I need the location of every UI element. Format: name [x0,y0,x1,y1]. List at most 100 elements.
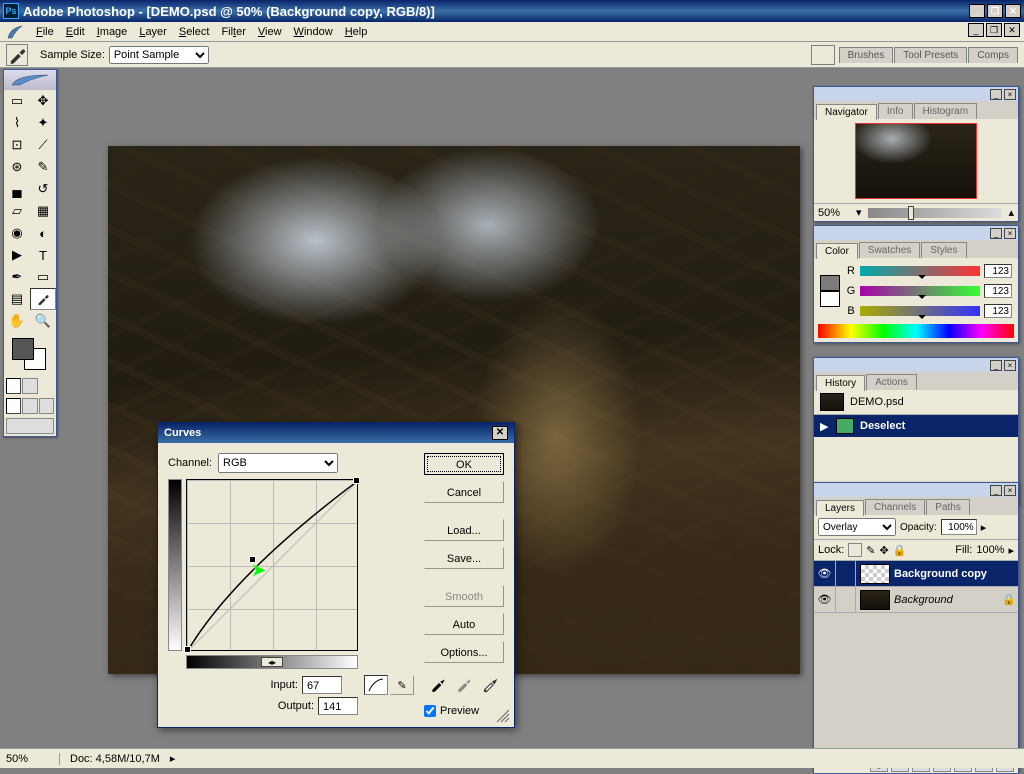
g-slider[interactable] [860,286,980,296]
screen-mode-full[interactable] [39,398,54,414]
tab-histogram[interactable]: Histogram [914,103,978,119]
save-button[interactable]: Save... [424,547,504,569]
dialog-titlebar[interactable]: Curves ✕ [158,423,514,443]
output-value[interactable]: 141 [318,697,358,715]
tab-color[interactable]: Color [816,243,858,259]
clone-stamp-tool[interactable]: ▄ [4,178,30,200]
screen-mode-standard[interactable] [6,398,21,414]
input-value[interactable]: 67 [302,676,342,694]
tab-history[interactable]: History [816,375,865,391]
ok-button[interactable]: OK [424,453,504,475]
palette-close-button[interactable]: × [1004,485,1016,496]
slider-knob[interactable] [908,206,914,220]
tab-styles[interactable]: Styles [921,242,966,258]
palette-minimize-button[interactable]: _ [990,360,1002,371]
white-point-eyedropper[interactable] [481,675,499,693]
status-zoom[interactable]: 50% [0,753,60,765]
move-tool[interactable]: ✥ [30,90,56,112]
doc-close-button[interactable]: ✕ [1004,23,1020,37]
blur-tool[interactable]: ◉ [4,222,30,244]
r-value[interactable]: 123 [984,264,1012,278]
lock-move-icon[interactable]: ✥ [880,544,889,557]
tab-channels[interactable]: Channels [865,499,925,515]
auto-button[interactable]: Auto [424,613,504,635]
marquee-tool[interactable]: ▭ [4,90,30,112]
navigator-zoom-slider[interactable] [868,208,1003,218]
layer-thumbnail[interactable] [860,564,890,584]
status-doc-info[interactable]: Doc: 4,58M/10,7M [60,753,170,765]
options-button[interactable]: Options... [424,641,504,663]
palette-minimize-button[interactable]: _ [990,228,1002,239]
g-value[interactable]: 123 [984,284,1012,298]
visibility-toggle[interactable]: 👁 [814,561,836,586]
tab-navigator[interactable]: Navigator [816,104,877,120]
path-selection-tool[interactable]: ▶ [4,244,30,266]
dialog-close-button[interactable]: ✕ [492,426,508,440]
minimize-button[interactable]: _ [969,4,985,18]
resize-grip[interactable] [496,709,510,723]
healing-brush-tool[interactable]: ⊛ [4,156,30,178]
palette-close-button[interactable]: × [1004,360,1016,371]
palette-close-button[interactable]: × [1004,228,1016,239]
menu-edit[interactable]: Edit [60,24,91,40]
tab-info[interactable]: Info [878,103,913,119]
fill-value[interactable]: 100% [976,544,1004,556]
preview-checkbox[interactable] [424,705,436,717]
curve-point[interactable] [353,477,360,484]
zoom-out-icon[interactable]: ▾ [856,206,862,219]
sample-size-select[interactable]: Point Sample [109,46,209,64]
crop-tool[interactable]: ⊡ [4,134,30,156]
curve-point[interactable] [184,646,191,653]
hand-tool[interactable]: ✋ [4,310,30,332]
visibility-toggle[interactable]: 👁 [814,587,836,612]
menu-filter[interactable]: Filter [215,24,251,40]
menu-help[interactable]: Help [339,24,374,40]
gradient-tool[interactable]: ▦ [30,200,56,222]
standard-mode-button[interactable] [6,378,21,394]
color-background-swatch[interactable] [820,291,840,307]
lock-brush-icon[interactable]: ✎ [866,544,875,557]
tab-actions[interactable]: Actions [866,374,917,390]
menu-window[interactable]: Window [288,24,339,40]
load-button[interactable]: Load... [424,519,504,541]
color-foreground-swatch[interactable] [820,275,840,291]
file-browser-button[interactable] [811,45,835,65]
well-tab-brushes[interactable]: Brushes [839,47,894,63]
history-brush-tool[interactable]: ↺ [30,178,56,200]
opacity-value[interactable]: 100% [941,519,977,535]
pen-tool[interactable]: ✒ [4,266,30,288]
b-slider[interactable] [860,306,980,316]
well-tab-comps[interactable]: Comps [968,47,1018,63]
layer-name[interactable]: Background copy [894,568,1018,580]
menu-file[interactable]: File [30,24,60,40]
layer-name[interactable]: Background [894,594,1000,606]
zoom-in-icon[interactable]: ▴ [1008,206,1014,219]
history-snapshot[interactable]: DEMO.psd [814,390,1018,415]
foreground-color-swatch[interactable] [12,338,34,360]
link-cell[interactable] [836,561,856,586]
curve-mode-button[interactable] [364,675,388,695]
history-state-row[interactable]: ▶ Deselect [814,415,1018,437]
lock-all-icon[interactable]: 🔒 [893,544,907,557]
maximize-button[interactable]: ❐ [987,4,1003,18]
menu-view[interactable]: View [252,24,288,40]
menu-layer[interactable]: Layer [133,24,173,40]
channel-select[interactable]: RGB [218,453,338,473]
navigator-zoom-value[interactable]: 50% [818,207,856,219]
type-tool[interactable]: T [30,244,56,266]
status-flyout-icon[interactable]: ▸ [170,752,176,765]
doc-restore-button[interactable]: ❐ [986,23,1002,37]
slice-tool[interactable]: ⟋ [30,134,56,156]
gray-point-eyedropper[interactable] [455,675,473,693]
opacity-flyout-icon[interactable]: ▸ [981,521,987,534]
layer-row[interactable]: 👁 Background copy [814,561,1018,587]
menu-select[interactable]: Select [173,24,216,40]
shape-tool[interactable]: ▭ [30,266,56,288]
jump-to-imageready-button[interactable] [6,418,54,434]
brush-tool[interactable]: ✎ [30,156,56,178]
close-button[interactable]: ✕ [1005,4,1021,18]
quickmask-mode-button[interactable] [22,378,37,394]
notes-tool[interactable]: ▤ [4,288,30,310]
dodge-tool[interactable]: ◐ [30,222,56,244]
screen-mode-full-menubar[interactable] [22,398,37,414]
